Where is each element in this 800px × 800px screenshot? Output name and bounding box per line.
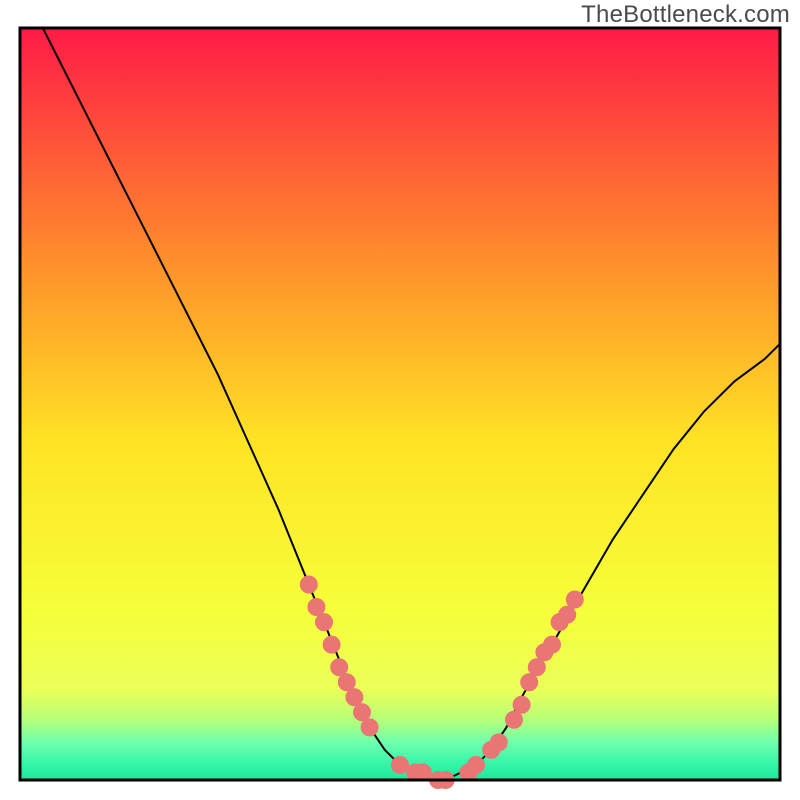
- curve-dot: [544, 636, 561, 653]
- curve-dot: [308, 599, 325, 616]
- chart-frame: TheBottleneck.com: [0, 0, 800, 800]
- curve-dot: [490, 734, 507, 751]
- curve-dot: [521, 674, 538, 691]
- curve-dot: [528, 659, 545, 676]
- curve-dot: [300, 576, 317, 593]
- curve-dot: [338, 674, 355, 691]
- curve-dot: [346, 689, 363, 706]
- curve-dot: [316, 614, 333, 631]
- curve-dot: [323, 636, 340, 653]
- plot-background: [20, 28, 780, 780]
- curve-dot: [361, 719, 378, 736]
- curve-dot: [354, 704, 371, 721]
- curve-dot: [392, 757, 409, 774]
- watermark-text: TheBottleneck.com: [581, 1, 790, 29]
- curve-dot: [331, 659, 348, 676]
- curve-dot: [559, 606, 576, 623]
- curve-dot: [414, 764, 431, 781]
- curve-dot: [506, 711, 523, 728]
- curve-dot: [513, 696, 530, 713]
- curve-dot: [468, 757, 485, 774]
- chart-svg: [0, 0, 800, 800]
- curve-dot: [566, 591, 583, 608]
